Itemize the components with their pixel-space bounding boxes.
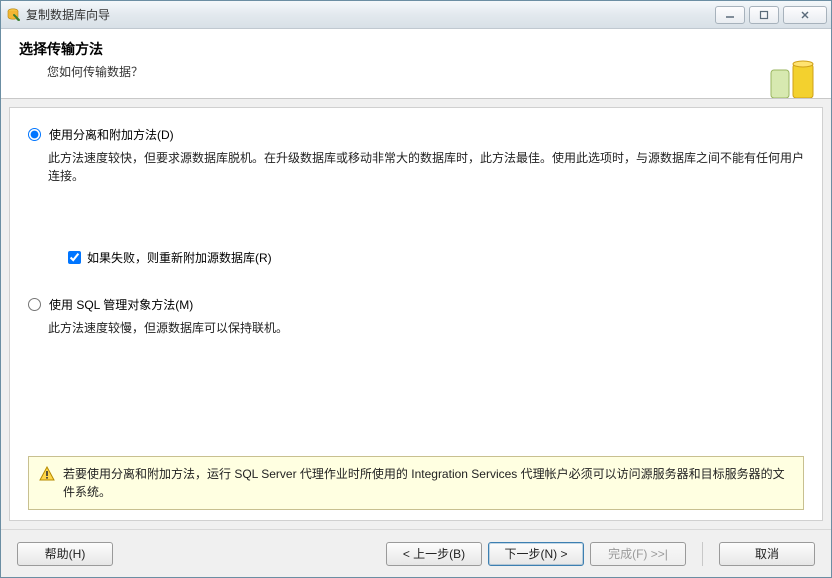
radio-smo[interactable]: 使用 SQL 管理对象方法(M) xyxy=(28,296,804,313)
close-button[interactable] xyxy=(783,6,827,24)
radio-detach-attach-label: 使用分离和附加方法(D) xyxy=(49,126,174,143)
page-title: 选择传输方法 xyxy=(19,39,813,59)
content-spacer xyxy=(28,343,804,456)
radio-detach-attach-input[interactable] xyxy=(28,128,41,141)
option-smo: 使用 SQL 管理对象方法(M) 此方法速度较慢，但源数据库可以保持联机。 xyxy=(28,296,804,337)
back-button-label: < 上一步(B) xyxy=(403,545,465,562)
checkbox-reattach-label: 如果失败，则重新附加源数据库(R) xyxy=(87,249,272,266)
help-button-label: 帮助(H) xyxy=(45,545,86,562)
option-smo-desc: 此方法速度较慢，但源数据库可以保持联机。 xyxy=(48,319,804,337)
option-detach-attach-desc: 此方法速度较快，但要求源数据库脱机。在升级数据库或移动非常大的数据库时，此方法最… xyxy=(48,149,804,185)
footer-divider xyxy=(702,542,703,566)
footer: 帮助(H) < 上一步(B) 下一步(N) > 完成(F) >>| 取消 xyxy=(1,529,831,577)
radio-detach-attach[interactable]: 使用分离和附加方法(D) xyxy=(28,126,804,143)
checkbox-reattach[interactable]: 如果失败，则重新附加源数据库(R) xyxy=(68,249,804,266)
titlebar: 复制数据库向导 xyxy=(1,1,831,29)
app-icon xyxy=(5,7,21,23)
page-subtitle: 您如何传输数据？ xyxy=(47,63,813,80)
warning-text: 若要使用分离和附加方法，运行 SQL Server 代理作业时所使用的 Inte… xyxy=(63,465,793,501)
wizard-header: 选择传输方法 您如何传输数据？ xyxy=(1,29,831,99)
minimize-button[interactable] xyxy=(715,6,745,24)
cancel-button[interactable]: 取消 xyxy=(719,542,815,566)
window-controls xyxy=(715,6,827,24)
next-button-label: 下一步(N) > xyxy=(504,545,567,562)
finish-button: 完成(F) >>| xyxy=(590,542,686,566)
header-graphic-icon xyxy=(765,58,823,98)
radio-smo-label: 使用 SQL 管理对象方法(M) xyxy=(49,296,193,313)
wizard-window: 复制数据库向导 选择传输方法 您如何传输数据？ xyxy=(0,0,832,578)
radio-smo-input[interactable] xyxy=(28,298,41,311)
content-area: 使用分离和附加方法(D) 此方法速度较快，但要求源数据库脱机。在升级数据库或移动… xyxy=(9,107,823,521)
option-detach-attach: 使用分离和附加方法(D) 此方法速度较快，但要求源数据库脱机。在升级数据库或移动… xyxy=(28,126,804,185)
warning-box: 若要使用分离和附加方法，运行 SQL Server 代理作业时所使用的 Inte… xyxy=(28,456,804,510)
warning-icon xyxy=(39,466,55,482)
window-title: 复制数据库向导 xyxy=(26,6,715,23)
finish-button-label: 完成(F) >>| xyxy=(608,545,668,562)
cancel-button-label: 取消 xyxy=(755,545,779,562)
help-button[interactable]: 帮助(H) xyxy=(17,542,113,566)
back-button[interactable]: < 上一步(B) xyxy=(386,542,482,566)
maximize-button[interactable] xyxy=(749,6,779,24)
next-button[interactable]: 下一步(N) > xyxy=(488,542,584,566)
checkbox-reattach-input[interactable] xyxy=(68,251,81,264)
